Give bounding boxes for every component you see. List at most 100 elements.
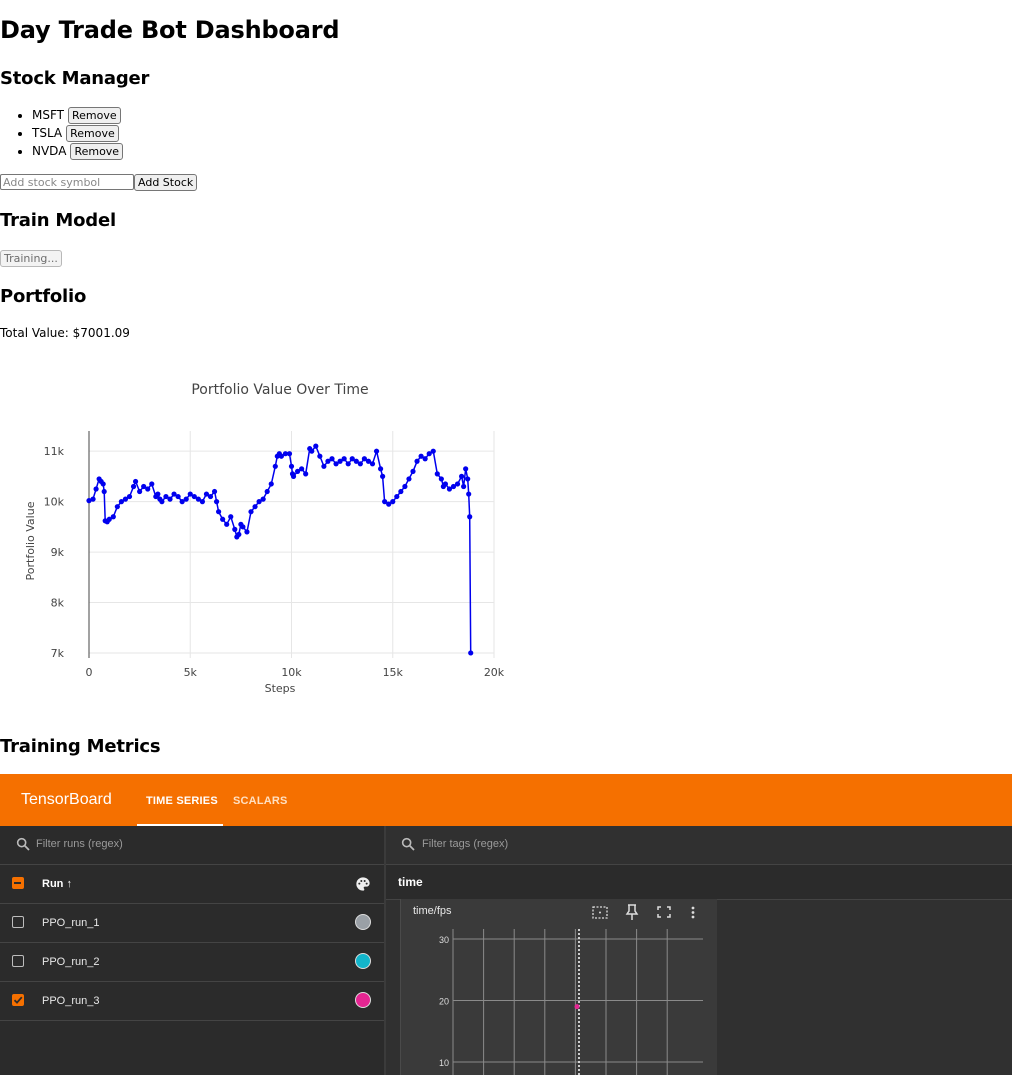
data-point (398, 488, 404, 495)
data-point (240, 524, 246, 530)
data-point (114, 504, 120, 510)
data-point (199, 499, 205, 505)
data-point (357, 461, 363, 467)
data-point (313, 443, 319, 449)
run-row[interactable]: PPO_run_2 (0, 943, 384, 982)
data-point (224, 521, 230, 527)
remove-stock-button[interactable]: Remove (70, 143, 124, 160)
total-value: Total Value: $7001.09 (0, 326, 130, 340)
data-point (303, 471, 309, 477)
data-point (260, 496, 266, 502)
data-point (468, 650, 474, 656)
run-name: PPO_run_1 (42, 917, 100, 929)
run-color-swatch[interactable] (355, 992, 371, 1008)
tensorboard-panel: TensorBoard TIME SERIES SCALARS Filter r… (0, 774, 1012, 1075)
data-point (211, 488, 218, 495)
data-point (155, 491, 161, 497)
y-tick-label: 8k (51, 597, 65, 610)
stock-item: NVDARemove (32, 142, 124, 160)
stock-item: MSFT Remove (32, 106, 123, 124)
data-point (232, 526, 238, 532)
portfolio-heading: Portfolio (0, 286, 87, 307)
data-point (264, 488, 270, 495)
portfolio-chart: Portfolio Value Over Time 0 5k 10k 15k 20k 7… (24, 382, 505, 695)
data-point (183, 496, 189, 502)
train-button[interactable]: Training... (0, 250, 62, 267)
train-model-heading: Train Model (0, 210, 116, 231)
x-tick-label: 20k (484, 666, 505, 679)
training-metrics-heading: Training Metrics (0, 736, 161, 757)
data-point (406, 476, 412, 482)
search-icon (401, 837, 415, 851)
run-row[interactable]: PPO_run_1 (0, 904, 384, 943)
stock-symbol: MSFT (32, 108, 64, 122)
stock-manager-heading: Stock Manager (0, 68, 150, 89)
data-point (126, 493, 133, 500)
data-point (321, 463, 327, 469)
data-point (390, 499, 396, 505)
data-point (434, 471, 440, 477)
data-point (93, 486, 99, 492)
data-point (137, 488, 143, 495)
stock-symbol-input[interactable] (0, 174, 134, 190)
palette-icon[interactable] (355, 876, 371, 892)
x-tick-label: 0 (86, 666, 93, 679)
y-tick-label: 10 (439, 1058, 449, 1068)
run-column-header[interactable]: Run ↑ (42, 878, 72, 890)
stock-symbol: TSLA (32, 126, 63, 140)
run-checkbox[interactable] (12, 916, 24, 928)
data-point (100, 481, 106, 487)
y-tick-label: 10k (44, 496, 65, 509)
runs-filter[interactable]: Filter runs (regex) (0, 826, 384, 865)
tag-group-header[interactable]: time (386, 865, 1012, 900)
data-point (410, 468, 416, 474)
data-point (463, 466, 469, 472)
remove-stock-button[interactable]: Remove (68, 107, 121, 124)
tab-time-series[interactable]: TIME SERIES (146, 795, 218, 807)
data-point (145, 486, 151, 492)
remove-stock-button[interactable]: Remove (66, 125, 119, 142)
y-tick-label: 7k (51, 647, 65, 660)
data-point (369, 461, 376, 467)
runs-filter-placeholder: Filter runs (regex) (36, 838, 123, 850)
search-icon (16, 837, 30, 851)
data-point (394, 493, 400, 500)
y-tick-label: 11k (44, 445, 65, 458)
metrics-panel: Filter tags (regex) time time/fps 30 20 10 (386, 826, 1012, 1075)
run-checkbox[interactable] (12, 955, 24, 967)
tags-filter-placeholder: Filter tags (regex) (422, 838, 509, 850)
run-row[interactable]: PPO_run_3 (0, 982, 384, 1021)
y-axis-label: Portfolio Value (24, 501, 37, 580)
select-all-checkbox[interactable] (12, 877, 24, 889)
tags-filter[interactable]: Filter tags (regex) (386, 826, 1012, 865)
tab-scalars[interactable]: SCALARS (233, 795, 288, 807)
run-name: PPO_run_3 (42, 995, 100, 1007)
data-point (90, 496, 96, 502)
data-point (272, 463, 278, 469)
fps-chart: 30 20 10 (439, 929, 703, 1075)
tag-group-label: time (398, 875, 423, 889)
run-color-swatch[interactable] (355, 953, 371, 969)
data-point (175, 493, 181, 500)
data-point (244, 529, 250, 535)
data-point (422, 456, 428, 462)
data-point (309, 448, 315, 454)
data-point (414, 458, 420, 464)
data-point (317, 453, 323, 459)
data-point (268, 481, 274, 487)
run-checkbox[interactable] (12, 994, 24, 1006)
run-color-swatch[interactable] (355, 914, 371, 930)
data-point (465, 476, 471, 482)
stock-item: TSLARemove (32, 124, 123, 142)
data-point (213, 499, 220, 505)
add-stock-button[interactable]: Add Stock (134, 174, 198, 191)
data-point (442, 481, 448, 487)
chart-title: Portfolio Value Over Time (191, 382, 368, 398)
data-point (236, 531, 242, 538)
data-point (252, 504, 258, 510)
data-point (574, 1004, 580, 1010)
data-point (216, 509, 222, 515)
data-point (159, 499, 165, 505)
data-point (345, 461, 351, 467)
data-point (467, 514, 473, 520)
